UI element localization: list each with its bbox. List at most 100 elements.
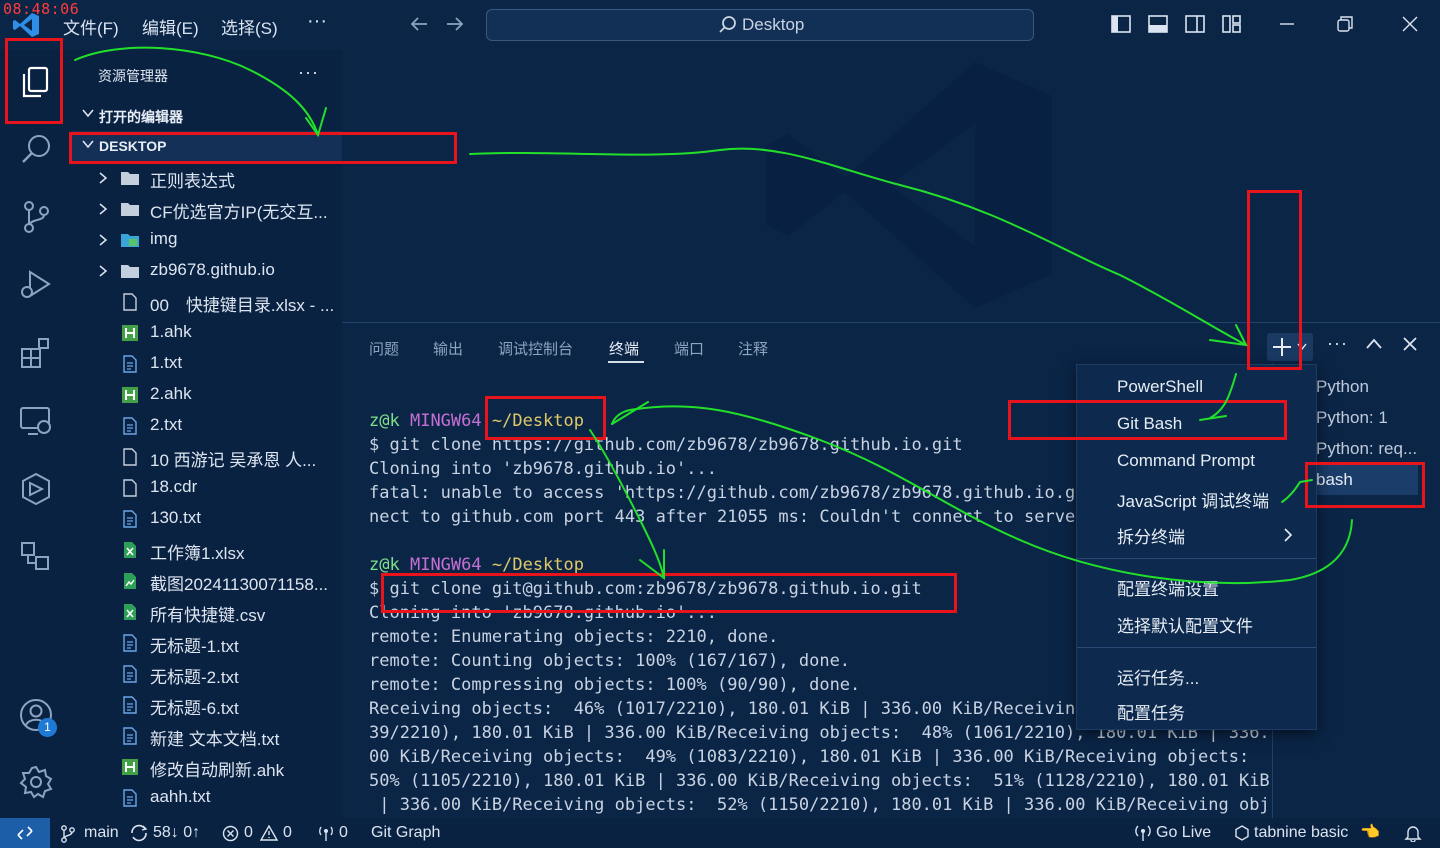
- tab-comments[interactable]: 注释: [738, 338, 768, 359]
- broadcast-icon: [319, 826, 333, 841]
- forward-arrow-icon[interactable]: [444, 13, 466, 35]
- menu-edit[interactable]: 编辑(E): [142, 14, 199, 39]
- tab-problems[interactable]: 问题: [369, 338, 399, 359]
- menu-item-split-terminal[interactable]: 拆分终端: [1117, 523, 1185, 548]
- tree-item-label: 1.txt: [150, 353, 183, 372]
- explorer-more-button[interactable]: ···: [298, 62, 319, 83]
- run-debug-icon[interactable]: [18, 267, 54, 303]
- back-arrow-icon[interactable]: [408, 13, 430, 35]
- tree-item[interactable]: zb9678.github.io: [72, 255, 342, 286]
- close-panel-icon[interactable]: [1402, 336, 1418, 352]
- extensions-icon[interactable]: [18, 335, 54, 371]
- ahk-icon: [120, 758, 140, 776]
- ports-count[interactable]: 0: [339, 824, 348, 842]
- file-icon: [120, 479, 140, 497]
- annotation-box-bash: [1305, 462, 1425, 508]
- menu-file[interactable]: 文件(F): [63, 14, 119, 39]
- git-graph-icon[interactable]: [18, 539, 54, 575]
- terminal-list-item[interactable]: Python: [1316, 377, 1369, 397]
- tree-item[interactable]: 所有快捷键.csv: [72, 596, 342, 627]
- menu-item-powershell[interactable]: PowerShell: [1117, 377, 1203, 397]
- toggle-secondary-sidebar-icon[interactable]: [1184, 13, 1206, 35]
- txt-icon: [120, 665, 140, 683]
- source-control-icon[interactable]: [18, 199, 54, 235]
- menu-selection[interactable]: 选择(S): [221, 14, 278, 39]
- remote-indicator-button[interactable]: [0, 818, 50, 848]
- activity-bar: 1: [0, 50, 72, 818]
- tree-item[interactable]: 正则表达式: [72, 162, 342, 193]
- menu-item-configure-terminal[interactable]: 配置终端设置: [1117, 575, 1219, 600]
- tree-item[interactable]: 1.ahk: [72, 317, 342, 348]
- restore-icon[interactable]: [1334, 13, 1356, 35]
- tab-ports[interactable]: 端口: [674, 338, 704, 359]
- panel-more-button[interactable]: ···: [1327, 333, 1348, 354]
- menu-item-js-debug-terminal[interactable]: JavaScript 调试终端: [1117, 487, 1269, 512]
- folder-icon: [120, 169, 140, 187]
- menu-item-run-task[interactable]: 运行任务...: [1117, 664, 1199, 689]
- prompt-machine: MINGW64: [409, 555, 482, 575]
- remote-explorer-icon[interactable]: [18, 403, 54, 439]
- customize-layout-icon[interactable]: [1221, 13, 1243, 35]
- tree-item[interactable]: aahh.txt: [72, 782, 342, 813]
- tree-item[interactable]: 无标题-6.txt: [72, 689, 342, 720]
- tree-item[interactable]: CF优选官方IP(无交互...: [72, 193, 342, 224]
- terminal-line: $ git clone https://github.com/zb9678/zb…: [369, 435, 963, 455]
- menu-item-command-prompt[interactable]: Command Prompt: [1117, 451, 1255, 471]
- folder-icon: [120, 262, 140, 280]
- tree-item[interactable]: 无标题-1.txt: [72, 627, 342, 658]
- error-icon: [222, 825, 239, 842]
- sync-status[interactable]: 58↓ 0↑: [153, 824, 200, 842]
- close-window-icon[interactable]: [1399, 13, 1421, 35]
- folder-icon: [120, 200, 140, 218]
- tree-item[interactable]: 10 西游记 吴承恩 人...: [72, 441, 342, 472]
- tree-item[interactable]: 18.cdr: [72, 472, 342, 503]
- tabnine-status[interactable]: tabnine basic: [1254, 824, 1348, 842]
- git-graph-button[interactable]: Git Graph: [371, 824, 440, 842]
- annotation-box-desktop-folder: [69, 132, 457, 164]
- tree-item[interactable]: 1.txt: [72, 348, 342, 379]
- prompt-user: z@k: [369, 411, 400, 431]
- txt-icon: [120, 417, 140, 435]
- tab-output[interactable]: 输出: [433, 338, 463, 359]
- warning-count[interactable]: 0: [283, 824, 292, 842]
- toggle-panel-icon[interactable]: [1147, 13, 1169, 35]
- vscode-watermark-icon: [766, 62, 1052, 308]
- menu-item-select-default-profile[interactable]: 选择默认配置文件: [1117, 612, 1253, 637]
- branch-name[interactable]: main: [84, 824, 119, 842]
- tab-terminal[interactable]: 终端: [609, 338, 639, 359]
- open-editors-section[interactable]: 打开的编辑器: [72, 100, 342, 130]
- tree-item-label: 00 快捷键目录.xlsx - ...: [150, 296, 335, 315]
- tree-item[interactable]: 00 快捷键目录.xlsx - ...: [72, 286, 342, 317]
- bell-icon[interactable]: [1404, 824, 1422, 842]
- tree-item[interactable]: 2.ahk: [72, 379, 342, 410]
- go-live-icon: [1135, 825, 1151, 841]
- pointing-hand-icon: 👈: [1360, 824, 1380, 841]
- tree-item[interactable]: 截图20241130071158...: [72, 565, 342, 596]
- search-view-icon[interactable]: [18, 132, 54, 168]
- settings-gear-icon[interactable]: [18, 764, 54, 800]
- tree-item[interactable]: 2.txt: [72, 410, 342, 441]
- terminal-list-item[interactable]: Python: req...: [1316, 439, 1417, 459]
- maximize-panel-icon[interactable]: [1365, 337, 1383, 351]
- tree-item[interactable]: 无标题-2.txt: [72, 658, 342, 689]
- tree-item-label: 18.cdr: [150, 477, 198, 496]
- menu-more[interactable]: ···: [307, 10, 327, 33]
- tree-item-label: 1.ahk: [150, 322, 192, 341]
- tree-item[interactable]: 修改自动刷新.ahk: [72, 751, 342, 782]
- tree-item[interactable]: 130.txt: [72, 503, 342, 534]
- terminal-list-item[interactable]: Python: 1: [1316, 408, 1388, 428]
- go-live-button[interactable]: Go Live: [1156, 824, 1211, 842]
- prompt-user: z@k: [369, 555, 400, 575]
- docker-cube-icon[interactable]: [18, 471, 54, 507]
- tree-item[interactable]: img: [72, 224, 342, 255]
- tab-debug-console[interactable]: 调试控制台: [498, 338, 573, 359]
- error-count[interactable]: 0: [244, 824, 253, 842]
- toggle-sidebar-icon[interactable]: [1110, 13, 1132, 35]
- minimize-icon[interactable]: [1276, 13, 1298, 35]
- chevron-right-icon: [1284, 528, 1293, 542]
- tree-item[interactable]: 新建 文本文档.txt: [72, 720, 342, 751]
- terminal-line: | 336.00 KiB/Receiving objects: 52% (115…: [369, 795, 1270, 815]
- tree-item[interactable]: 工作簿1.xlsx: [72, 534, 342, 565]
- menu-item-configure-tasks[interactable]: 配置任务: [1117, 699, 1185, 724]
- tree-item-label: zb9678.github.io: [150, 260, 275, 279]
